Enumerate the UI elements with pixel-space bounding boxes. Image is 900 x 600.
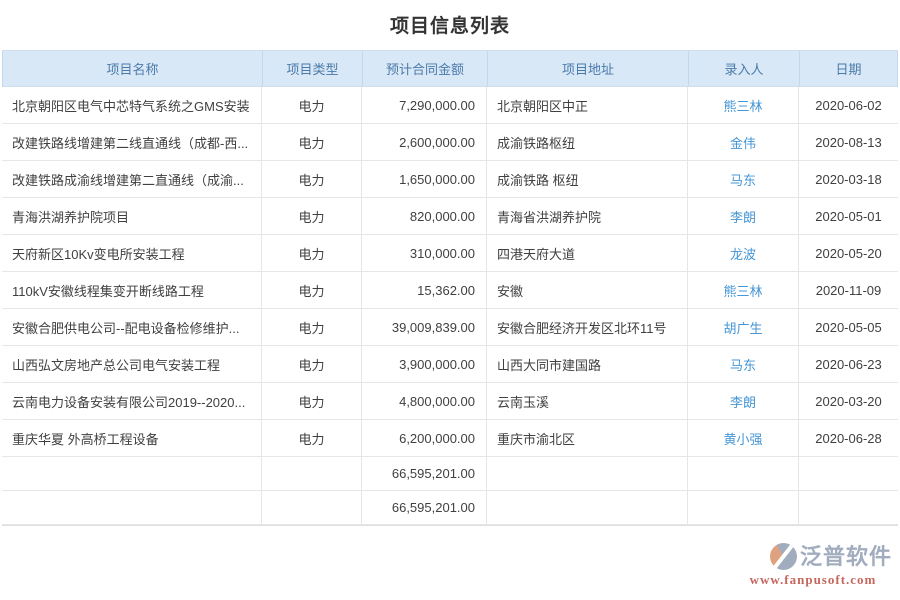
cell-project-address: 山西大同市建国路 [487, 346, 688, 382]
subtotal-empty-cell [262, 457, 362, 490]
cell-project-name: 安徽合肥供电公司--配电设备检修维护... [2, 309, 262, 345]
cell-date: 2020-03-20 [799, 383, 898, 419]
grand-total-row: 66,595,201.00 [2, 491, 898, 525]
table-row[interactable]: 改建铁路线增建第二线直通线（成都-西... 电力 2,600,000.00 成渝… [2, 124, 898, 161]
total-empty-cell [262, 491, 362, 524]
cell-project-name: 改建铁路成渝线增建第二直通线（成渝... [2, 161, 262, 197]
cell-recorder-link[interactable]: 马东 [688, 161, 799, 197]
cell-project-name: 改建铁路线增建第二线直通线（成都-西... [2, 124, 262, 160]
cell-project-type: 电力 [262, 420, 362, 456]
cell-project-address: 安徽合肥经济开发区北环11号 [487, 309, 688, 345]
cell-date: 2020-06-23 [799, 346, 898, 382]
cell-project-address: 四港天府大道 [487, 235, 688, 271]
cell-project-name: 北京朝阳区电气中芯特气系统之GMS安装 [2, 87, 262, 123]
cell-recorder-link[interactable]: 马东 [688, 346, 799, 382]
cell-project-type: 电力 [262, 198, 362, 234]
cell-project-type: 电力 [262, 124, 362, 160]
cell-date: 2020-06-28 [799, 420, 898, 456]
cell-recorder-link[interactable]: 李朗 [688, 198, 799, 234]
cell-contract-amount: 820,000.00 [362, 198, 487, 234]
page: 项目信息列表 项目名称 项目类型 预计合同金额 项目地址 录入人 日期 北京朝阳… [0, 0, 900, 600]
column-header-date: 日期 [800, 51, 897, 86]
subtotal-row: 66,595,201.00 [2, 457, 898, 491]
total-empty-cell [2, 491, 262, 524]
cell-recorder-link[interactable]: 熊三林 [688, 87, 799, 123]
cell-recorder-link[interactable]: 黄小强 [688, 420, 799, 456]
page-title: 项目信息列表 [2, 0, 898, 50]
column-header-contract-amount: 预计合同金额 [363, 51, 488, 86]
total-empty-cell [688, 491, 799, 524]
cell-date: 2020-03-18 [799, 161, 898, 197]
cell-recorder-link[interactable]: 李朗 [688, 383, 799, 419]
cell-recorder-link[interactable]: 金伟 [688, 124, 799, 160]
column-header-recorder: 录入人 [689, 51, 800, 86]
cell-date: 2020-05-20 [799, 235, 898, 271]
cell-project-address: 安徽 [487, 272, 688, 308]
table-row[interactable]: 青海洪湖养护院项目 电力 820,000.00 青海省洪湖养护院 李朗 2020… [2, 198, 898, 235]
subtotal-amount: 66,595,201.00 [362, 457, 487, 490]
cell-project-type: 电力 [262, 161, 362, 197]
cell-contract-amount: 6,200,000.00 [362, 420, 487, 456]
column-header-project-type: 项目类型 [263, 51, 363, 86]
cell-project-address: 青海省洪湖养护院 [487, 198, 688, 234]
grand-total-amount: 66,595,201.00 [362, 491, 487, 524]
cell-contract-amount: 2,600,000.00 [362, 124, 487, 160]
table-row[interactable]: 重庆华夏 外高桥工程设备 电力 6,200,000.00 重庆市渝北区 黄小强 … [2, 420, 898, 457]
cell-project-name: 云南电力设备安装有限公司2019--2020... [2, 383, 262, 419]
cell-contract-amount: 310,000.00 [362, 235, 487, 271]
project-info-table: 项目名称 项目类型 预计合同金额 项目地址 录入人 日期 北京朝阳区电气中芯特气… [2, 50, 898, 526]
total-empty-cell [487, 491, 688, 524]
cell-project-name: 天府新区10Kv变电所安装工程 [2, 235, 262, 271]
cell-contract-amount: 1,650,000.00 [362, 161, 487, 197]
cell-contract-amount: 39,009,839.00 [362, 309, 487, 345]
cell-project-type: 电力 [262, 235, 362, 271]
cell-project-address: 云南玉溪 [487, 383, 688, 419]
subtotal-empty-cell [2, 457, 262, 490]
fanpu-website-url: www.fanpusoft.com [734, 572, 892, 588]
table-row[interactable]: 110kV安徽线程集变开断线路工程 电力 15,362.00 安徽 熊三林 20… [2, 272, 898, 309]
cell-date: 2020-11-09 [799, 272, 898, 308]
cell-project-name: 110kV安徽线程集变开断线路工程 [2, 272, 262, 308]
cell-contract-amount: 7,290,000.00 [362, 87, 487, 123]
subtotal-empty-cell [487, 457, 688, 490]
cell-contract-amount: 3,900,000.00 [362, 346, 487, 382]
table-header-row: 项目名称 项目类型 预计合同金额 项目地址 录入人 日期 [2, 51, 898, 87]
cell-recorder-link[interactable]: 胡广生 [688, 309, 799, 345]
fanpu-software-logo[interactable]: 泛普软件 www.fanpusoft.com [734, 543, 892, 588]
cell-project-name: 山西弘文房地产总公司电气安装工程 [2, 346, 262, 382]
total-empty-cell [799, 491, 898, 524]
cell-project-address: 成渝铁路 枢纽 [487, 161, 688, 197]
table-row[interactable]: 云南电力设备安装有限公司2019--2020... 电力 4,800,000.0… [2, 383, 898, 420]
cell-project-address: 成渝铁路枢纽 [487, 124, 688, 160]
cell-project-type: 电力 [262, 309, 362, 345]
cell-project-type: 电力 [262, 87, 362, 123]
cell-date: 2020-05-05 [799, 309, 898, 345]
cell-contract-amount: 15,362.00 [362, 272, 487, 308]
table-row[interactable]: 天府新区10Kv变电所安装工程 电力 310,000.00 四港天府大道 龙波 … [2, 235, 898, 272]
table-row[interactable]: 山西弘文房地产总公司电气安装工程 电力 3,900,000.00 山西大同市建国… [2, 346, 898, 383]
column-header-project-address: 项目地址 [488, 51, 689, 86]
subtotal-empty-cell [688, 457, 799, 490]
cell-project-address: 北京朝阳区中正 [487, 87, 688, 123]
cell-project-name: 重庆华夏 外高桥工程设备 [2, 420, 262, 456]
cell-project-type: 电力 [262, 346, 362, 382]
fanpu-logo-icon [770, 543, 797, 570]
cell-recorder-link[interactable]: 龙波 [688, 235, 799, 271]
column-header-project-name: 项目名称 [3, 51, 263, 86]
cell-date: 2020-05-01 [799, 198, 898, 234]
cell-contract-amount: 4,800,000.00 [362, 383, 487, 419]
table-row[interactable]: 改建铁路成渝线增建第二直通线（成渝... 电力 1,650,000.00 成渝铁… [2, 161, 898, 198]
table-row[interactable]: 安徽合肥供电公司--配电设备检修维护... 电力 39,009,839.00 安… [2, 309, 898, 346]
table-row[interactable]: 北京朝阳区电气中芯特气系统之GMS安装 电力 7,290,000.00 北京朝阳… [2, 87, 898, 124]
cell-project-type: 电力 [262, 383, 362, 419]
cell-project-type: 电力 [262, 272, 362, 308]
fanpu-brand-text: 泛普软件 [800, 546, 892, 568]
cell-date: 2020-08-13 [799, 124, 898, 160]
subtotal-empty-cell [799, 457, 898, 490]
cell-project-address: 重庆市渝北区 [487, 420, 688, 456]
cell-project-name: 青海洪湖养护院项目 [2, 198, 262, 234]
table-body: 北京朝阳区电气中芯特气系统之GMS安装 电力 7,290,000.00 北京朝阳… [2, 87, 898, 457]
cell-date: 2020-06-02 [799, 87, 898, 123]
cell-recorder-link[interactable]: 熊三林 [688, 272, 799, 308]
